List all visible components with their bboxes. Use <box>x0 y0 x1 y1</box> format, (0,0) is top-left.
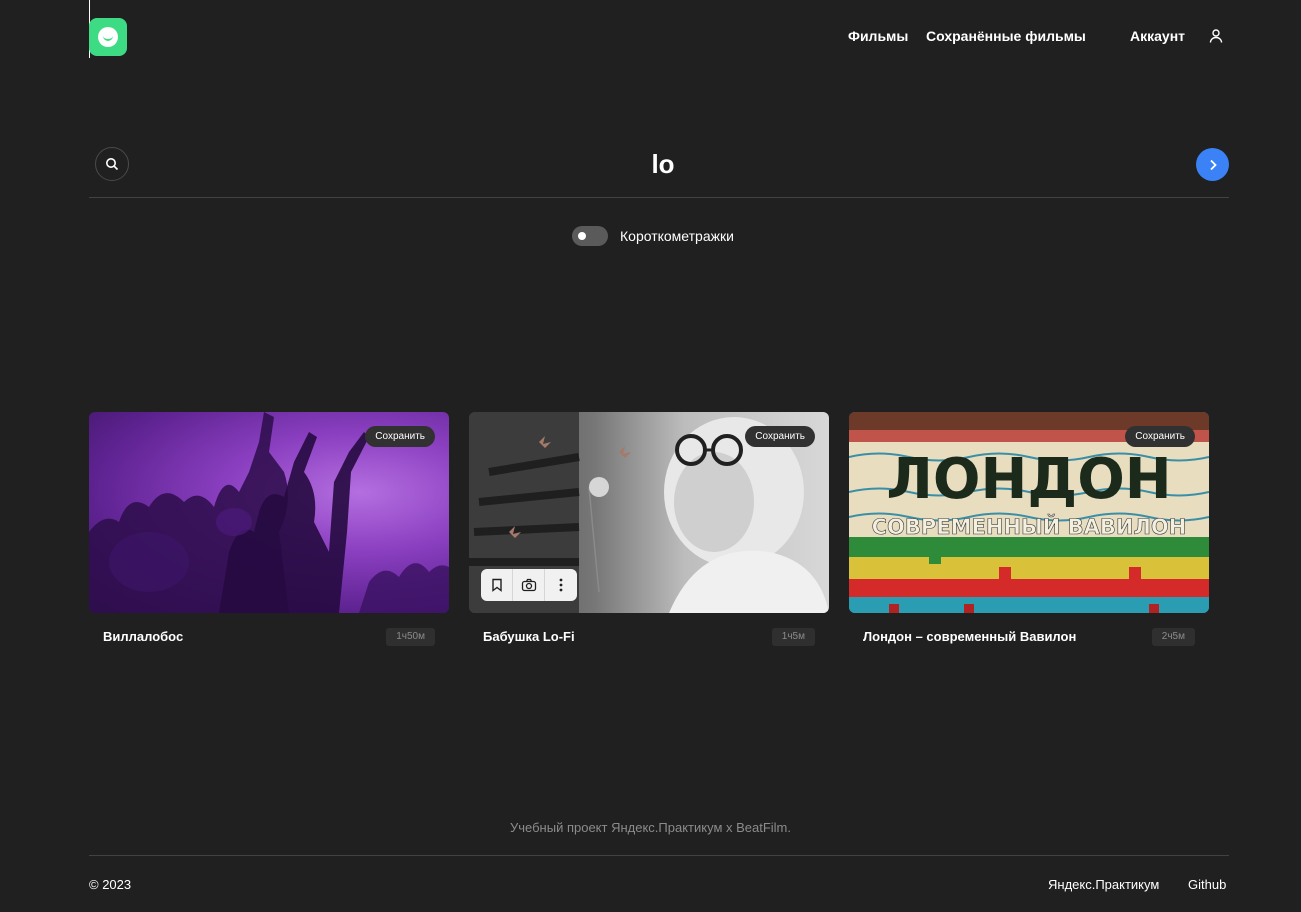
movie-card[interactable]: Сохранить Виллалобос 1ч50м <box>89 412 449 652</box>
shorts-toggle[interactable] <box>572 226 608 246</box>
search-input[interactable] <box>149 144 1177 184</box>
toggle-knob <box>578 232 586 240</box>
movie-poster[interactable]: ЛОНДОН СОВРЕМЕННЫЙ ВАВИЛОН Сохранить <box>849 412 1209 613</box>
footer-link-yandex-praktikum[interactable]: Яндекс.Практикум <box>1048 877 1159 892</box>
user-icon[interactable] <box>1208 28 1224 44</box>
smile-logo-icon[interactable] <box>89 18 127 56</box>
save-button[interactable]: Сохранить <box>1125 426 1195 447</box>
save-button[interactable]: Сохранить <box>745 426 815 447</box>
movie-duration: 1ч50м <box>386 628 435 646</box>
movie-poster[interactable]: Сохранить <box>89 412 449 613</box>
movie-title: Бабушка Lo-Fi <box>483 629 575 644</box>
chevron-right-icon <box>1209 159 1217 170</box>
logo-smile <box>103 31 113 41</box>
camera-icon[interactable] <box>513 569 545 601</box>
save-button[interactable]: Сохранить <box>365 426 435 447</box>
nav-link-saved-films[interactable]: Сохранённые фильмы <box>926 28 1086 44</box>
nav-link-films[interactable]: Фильмы <box>848 28 908 44</box>
poster-title-text: ЛОНДОН <box>886 447 1171 512</box>
image-toolbar <box>481 569 577 601</box>
logo-face <box>98 27 118 47</box>
footer-note: Учебный проект Яндекс.Практикум х BeatFi… <box>509 820 792 835</box>
poster-subtitle-text: СОВРЕМЕННЫЙ ВАВИЛОН <box>872 514 1187 539</box>
movie-poster[interactable]: Сохранить <box>469 412 829 613</box>
bookmark-icon[interactable] <box>481 569 513 601</box>
movie-card[interactable]: Сохранить Бабушка Lo-Fi 1ч5м <box>469 412 829 652</box>
more-vertical-icon[interactable] <box>545 569 577 601</box>
nav-link-account[interactable]: Аккаунт <box>1130 28 1185 44</box>
movie-title: Виллалобос <box>103 629 184 644</box>
search-form <box>89 130 1229 198</box>
movie-card[interactable]: ЛОНДОН СОВРЕМЕННЫЙ ВАВИЛОН Сохранить Лон… <box>849 412 1209 652</box>
copyright: © 2023 <box>89 877 132 892</box>
shorts-label: Короткометражки <box>620 228 734 244</box>
search-submit-button[interactable] <box>1196 148 1229 181</box>
movie-title: Лондон – современный Вавилон <box>863 629 1077 644</box>
shorts-filter: Короткометражки <box>572 226 734 246</box>
footer-divider <box>89 855 1229 856</box>
header: Фильмы Сохранённые фильмы Аккаунт <box>0 0 1301 74</box>
movie-duration: 1ч5м <box>771 628 815 646</box>
footer-link-github[interactable]: Github <box>1188 877 1226 892</box>
movie-duration: 2ч5м <box>1151 628 1195 646</box>
search-icon <box>95 147 129 181</box>
